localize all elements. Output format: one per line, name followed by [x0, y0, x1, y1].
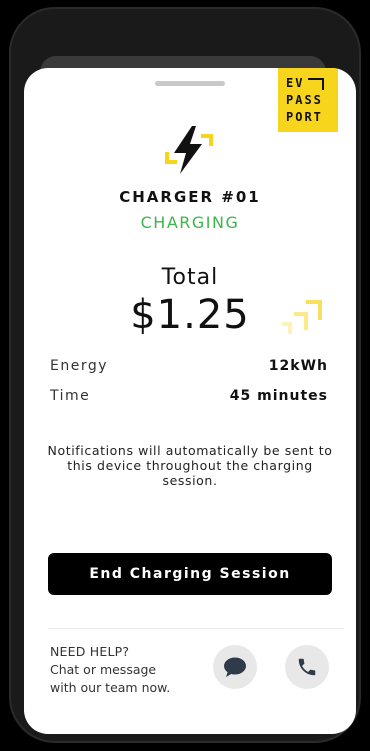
energy-label: Energy [50, 358, 109, 374]
chat-button[interactable] [213, 645, 257, 689]
charger-title: CHARGER #01 [119, 188, 261, 206]
help-line-2: with our team now. [50, 680, 171, 695]
notification-notice: Notifications will automatically be sent… [47, 443, 333, 488]
phone-icon [298, 658, 316, 676]
time-label: Time [50, 388, 91, 404]
end-charging-session-button[interactable]: End Charging Session [48, 553, 332, 595]
energy-value: 12kWh [268, 358, 328, 374]
lightning-bolt-icon [165, 126, 213, 174]
help-line-1: Chat or message [50, 662, 157, 677]
charging-session-sheet: EV PASS PORT CHARGER #01 CHARGING Total … [24, 68, 356, 734]
time-value: 45 minutes [229, 388, 328, 404]
logo-text-ev: EV [286, 75, 305, 90]
help-section: NEED HELP? Chat or message with our team… [50, 643, 170, 697]
phone-notch [102, 12, 278, 43]
logo-corner-icon [308, 78, 325, 90]
help-title: NEED HELP? [50, 644, 130, 659]
time-row: Time 45 minutes [50, 388, 328, 404]
total-label: Total [161, 265, 219, 290]
logo-text-port: PORT [286, 109, 323, 124]
sheet-grabber[interactable] [155, 81, 225, 86]
call-button[interactable] [285, 645, 329, 689]
logo-text-pass: PASS [286, 92, 323, 107]
help-divider [48, 628, 344, 629]
ev-passport-logo: EV PASS PORT [278, 68, 338, 132]
energy-row: Energy 12kWh [50, 358, 328, 374]
decorative-arrows-icon [282, 300, 322, 334]
charging-status: CHARGING [140, 213, 240, 232]
chat-bubble-icon [224, 657, 246, 677]
